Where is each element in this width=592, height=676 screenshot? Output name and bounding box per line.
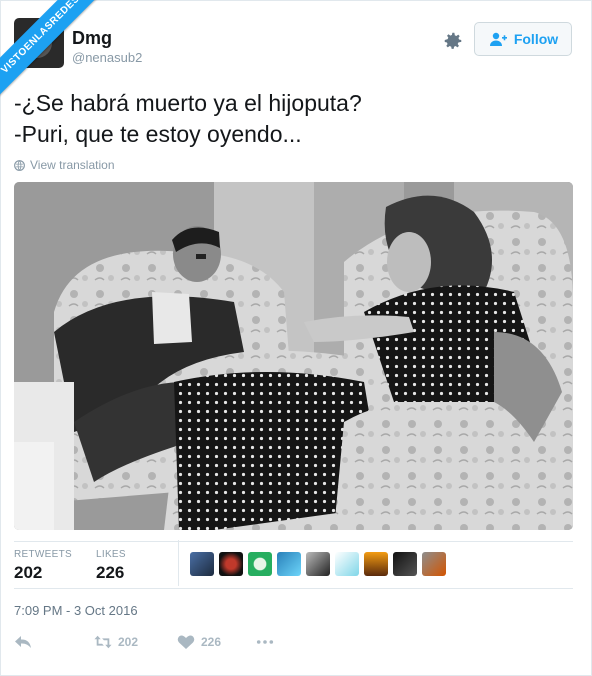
likes-label[interactable]: LIKES [96, 549, 126, 560]
likes-count[interactable]: 226 [96, 563, 124, 583]
liker-avatar[interactable] [306, 552, 330, 576]
reply-button[interactable] [14, 634, 32, 650]
liker-avatar[interactable] [248, 552, 272, 576]
follow-label: Follow [513, 31, 559, 47]
timestamp[interactable]: 7:09 PM - 3 Oct 2016 [14, 603, 138, 618]
tweet-text: -¿Se habrá muerto ya el hijoputa? -Puri,… [14, 88, 362, 150]
heart-icon [177, 635, 195, 649]
liker-avatar[interactable] [335, 552, 359, 576]
photo-illustration [14, 182, 573, 530]
retweet-count: 202 [118, 635, 139, 649]
stats-divider [178, 540, 179, 586]
liker-avatar[interactable] [219, 552, 243, 576]
retweets-label[interactable]: RETWEETS [14, 549, 72, 560]
retweet-icon [94, 635, 112, 649]
liker-avatars [190, 552, 446, 576]
retweets-count[interactable]: 202 [14, 563, 42, 583]
liker-avatar[interactable] [393, 552, 417, 576]
view-translation-label: View translation [30, 158, 115, 172]
follow-button[interactable]: Follow [474, 22, 572, 56]
liker-avatar[interactable] [190, 552, 214, 576]
user-name[interactable]: Dmg [72, 28, 112, 49]
tweet-photo[interactable] [14, 182, 573, 530]
liker-avatar[interactable] [364, 552, 388, 576]
action-bar: 202 226 [14, 634, 574, 654]
divider [14, 541, 573, 542]
more-button[interactable] [256, 634, 274, 650]
view-translation-link[interactable]: View translation [14, 158, 115, 172]
retweet-button[interactable]: 202 [94, 634, 138, 650]
tweet-line-2: -Puri, que te estoy oyendo... [14, 121, 302, 147]
add-user-icon [489, 32, 507, 46]
like-count: 226 [201, 635, 222, 649]
more-icon [256, 640, 274, 644]
liker-avatar[interactable] [422, 552, 446, 576]
tweet-line-1: -¿Se habrá muerto ya el hijoputa? [14, 90, 362, 116]
globe-icon [14, 159, 25, 171]
user-handle[interactable]: @nenasub2 [72, 50, 142, 65]
gear-icon[interactable] [442, 30, 464, 52]
reply-icon [15, 636, 31, 648]
liker-avatar[interactable] [277, 552, 301, 576]
like-button[interactable]: 226 [177, 634, 221, 650]
divider [14, 588, 573, 589]
